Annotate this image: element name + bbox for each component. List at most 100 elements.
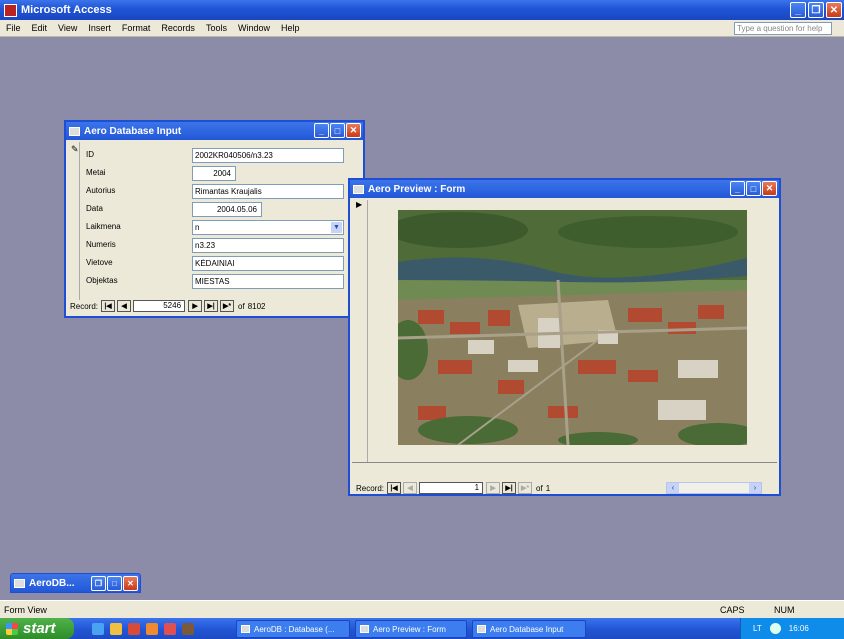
field-row-laikmena: Laikmena n ▼ [86,220,366,236]
folder-icon[interactable] [110,622,122,635]
preview-previous-record-button[interactable]: ◀ [403,482,418,494]
input-form-window: Aero Database Input _ □ ✕ ✎ ID 2002KR040… [64,120,365,318]
data-field[interactable]: 2004.05.06 [192,202,262,217]
preview-form-titlebar[interactable]: Aero Preview : Form _ □ ✕ [350,180,779,198]
field-row-autorius: Autorius Rimantas Kraujalis [86,184,366,200]
num-indicator: NUM [774,604,795,615]
field-label-autorius: Autorius [86,186,116,195]
preview-first-record-button[interactable]: |◀ [387,482,402,494]
preview-last-record-button[interactable]: ▶| [502,482,517,494]
preview-maximize-button[interactable]: □ [746,181,761,196]
objektas-field[interactable]: MIESTAS [192,274,344,289]
language-indicator[interactable]: LT [753,624,762,633]
last-record-button[interactable]: ▶| [204,300,219,312]
menu-insert[interactable]: Insert [88,23,111,33]
windows-flag-icon [6,622,18,635]
first-record-button[interactable]: |◀ [101,300,116,312]
help-question-input[interactable]: Type a question for help [734,22,832,35]
media-icon[interactable] [146,622,158,635]
laikmena-value: n [195,223,200,232]
app-shortcut-icon[interactable] [128,622,140,635]
field-row-objektas: Objektas MIESTAS [86,274,366,290]
explorer-icon[interactable] [182,622,194,635]
browser-icon[interactable] [164,622,176,635]
menubar: File Edit View Insert Format Records Too… [0,20,844,37]
preview-minimize-button[interactable]: _ [730,181,745,196]
preview-record-navigator: Record: |◀ ◀ 1 ▶ ▶| ▶* of 1 [356,482,550,494]
preview-close-button[interactable]: ✕ [762,181,777,196]
mini-restore-button[interactable]: ❐ [91,576,106,591]
scroll-left-icon[interactable]: ‹ [667,483,679,493]
preview-record-total: 1 [545,483,551,493]
field-label-metai: Metai [86,168,106,177]
record-number-input[interactable]: 5246 [133,300,186,312]
next-record-button[interactable]: ▶ [188,300,203,312]
restore-button[interactable]: ❐ [808,2,824,18]
taskbar-item-label: Aero Preview : Form [373,624,446,634]
close-button[interactable]: ✕ [826,2,842,18]
preview-record-label: Record: [356,483,385,493]
minimized-title: AeroDB... [29,577,75,589]
horizontal-scrollbar[interactable]: ‹ › [666,482,762,494]
input-form-title: Aero Database Input [84,125,182,137]
clock: 16:06 [788,624,809,633]
preview-record-selector[interactable]: ▶ [352,200,368,462]
chevron-down-icon[interactable]: ▼ [331,222,342,233]
preview-new-record-button[interactable]: ▶* [518,482,533,494]
input-form-close-button[interactable]: ✕ [346,123,361,138]
quick-launch [92,622,194,635]
field-label-data: Data [86,204,103,213]
metai-field[interactable]: 2004 [192,166,236,181]
ie-icon[interactable] [92,622,104,635]
menu-format[interactable]: Format [122,23,151,33]
field-label-numeris: Numeris [86,240,116,249]
field-row-vietove: Vietove KĖDAINIAI [86,256,366,272]
minimized-database-window[interactable]: AeroDB... ❐ □ ✕ [10,573,141,593]
status-text: Form View [4,604,47,615]
autorius-field[interactable]: Rimantas Kraujalis [192,184,344,199]
id-field[interactable]: 2002KR040506/n3.23 [192,148,344,163]
numeris-field[interactable]: n3.23 [192,238,344,253]
app-title: Microsoft Access [21,4,112,16]
taskbar-item-database[interactable]: AeroDB : Database (... [236,620,350,638]
previous-record-button[interactable]: ◀ [117,300,132,312]
input-form-minimize-button[interactable]: _ [314,123,329,138]
preview-form-title: Aero Preview : Form [368,183,466,195]
menu-records[interactable]: Records [161,23,195,33]
taskbar: start AeroDB : Database (... Aero Previe… [0,618,844,639]
taskbar-item-input[interactable]: Aero Database Input [472,620,586,638]
menu-tools[interactable]: Tools [206,23,227,33]
vietove-field[interactable]: KĖDAINIAI [192,256,344,271]
pencil-icon: ✎ [71,144,79,154]
menu-file[interactable]: File [6,23,21,33]
form-icon [353,184,364,194]
menu-edit[interactable]: Edit [32,23,48,33]
access-app-icon [4,3,17,17]
record-selector[interactable]: ✎ [68,142,80,300]
menu-help[interactable]: Help [281,23,300,33]
input-record-navigator: Record: |◀ ◀ 5246 ▶ ▶| ▶* of 8102 [70,300,265,312]
laikmena-combo[interactable]: n ▼ [192,220,344,235]
start-button[interactable]: start [0,618,74,639]
mini-close-button[interactable]: ✕ [123,576,138,591]
menu-view[interactable]: View [58,23,77,33]
new-record-button[interactable]: ▶* [220,300,235,312]
input-form-titlebar[interactable]: Aero Database Input _ □ ✕ [66,122,363,140]
volume-icon[interactable] [769,623,781,634]
taskbar-item-label: AeroDB : Database (... [254,624,335,634]
mini-maximize-button[interactable]: □ [107,576,122,591]
input-form-maximize-button[interactable]: □ [330,123,345,138]
database-icon [241,625,250,633]
current-record-icon: ▶ [356,200,363,209]
preview-next-record-button[interactable]: ▶ [486,482,501,494]
scroll-right-icon[interactable]: › [749,483,761,493]
menu-window[interactable]: Window [238,23,270,33]
minimize-button[interactable]: _ [790,2,806,18]
field-label-objektas: Objektas [86,276,118,285]
taskbar-item-label: Aero Database Input [490,624,564,634]
form-icon [477,625,486,633]
preview-record-number-input[interactable]: 1 [419,482,484,494]
field-row-metai: Metai 2004 [86,166,366,182]
taskbar-item-preview[interactable]: Aero Preview : Form [355,620,467,638]
preview-divider [352,462,777,463]
